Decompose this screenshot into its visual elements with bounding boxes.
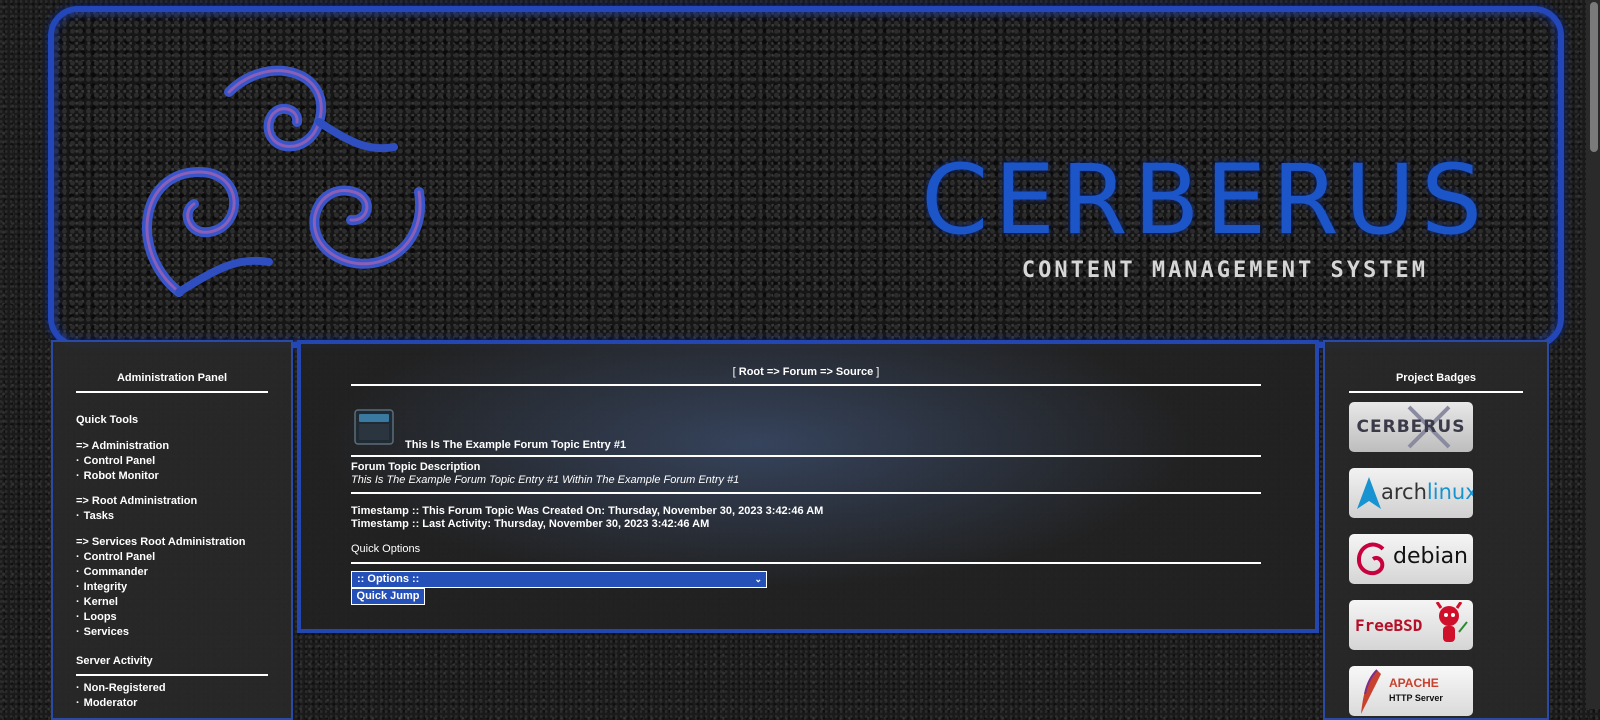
activity-timestamp: Timestamp :: Last Activity: Thursday, No…	[351, 518, 710, 530]
divider	[351, 384, 1261, 386]
nav-administration[interactable]: => Administration	[76, 439, 268, 454]
options-select[interactable]: :: Options :: ⌄	[351, 571, 767, 588]
quick-options-label: Quick Options	[351, 543, 421, 555]
nav-robot-monitor[interactable]: · Robot Monitor	[76, 469, 268, 484]
breadcrumb-link[interactable]: Root => Forum => Source	[739, 366, 873, 378]
nav-services-root-administration[interactable]: => Services Root Administration	[76, 535, 268, 550]
badge-cerberus[interactable]: CERBERUS	[1349, 402, 1473, 452]
divider	[76, 391, 268, 393]
quick-tools-heading: Quick Tools	[76, 414, 139, 426]
chevron-down-icon: ⌄	[754, 574, 762, 584]
nav-control-panel[interactable]: · Control Panel	[76, 454, 268, 469]
badge-debian[interactable]: debian	[1349, 534, 1473, 584]
badge-freebsd[interactable]: FreeBSD	[1349, 600, 1473, 650]
server-activity-heading: Server Activity	[76, 655, 153, 667]
nav-loops[interactable]: · Loops	[76, 610, 268, 625]
topic-folder-icon	[354, 409, 394, 445]
divider	[1349, 391, 1523, 393]
nav-tasks[interactable]: · Tasks	[76, 509, 268, 524]
divider	[76, 674, 268, 676]
divider	[351, 562, 1261, 564]
debian-swirl-icon	[1357, 542, 1385, 576]
administration-panel: Administration Panel Quick Tools => Admi…	[51, 340, 293, 720]
scrollbar-thumb[interactable]	[1590, 2, 1598, 152]
nav-root-administration[interactable]: => Root Administration	[76, 494, 268, 509]
triskelion-logo-icon	[142, 65, 426, 297]
quick-jump-button[interactable]: Quick Jump	[351, 588, 425, 605]
forum-topic-panel: [ Root => Forum => Source ] This Is The …	[297, 340, 1319, 633]
site-banner: CERBERUS CONTENT MANAGEMENT SYSTEM	[48, 6, 1564, 348]
description-label: Forum Topic Description	[351, 461, 481, 473]
page-scrollbar[interactable]	[1586, 0, 1600, 709]
nav-services-control-panel[interactable]: · Control Panel	[76, 550, 268, 565]
divider	[351, 455, 1261, 457]
description-text: This Is The Example Forum Topic Entry #1…	[351, 474, 740, 486]
bsd-daemon-icon	[1435, 602, 1468, 642]
banner-subtitle: CONTENT MANAGEMENT SYSTEM	[1021, 258, 1428, 283]
nav-services[interactable]: · Services	[76, 625, 268, 640]
divider	[351, 492, 1261, 494]
nav-integrity[interactable]: · Integrity	[76, 580, 268, 595]
badge-arch-linux[interactable]: archlinux	[1349, 468, 1473, 518]
banner-title: CERBERUS	[921, 144, 1488, 256]
panel-title: Project Badges	[1395, 372, 1477, 384]
project-badges-panel: Project Badges CERBERUS archlinux debian…	[1323, 340, 1549, 720]
arch-logo-icon	[1357, 477, 1381, 509]
topic-title: This Is The Example Forum Topic Entry #1	[405, 439, 627, 451]
nav-commander[interactable]: · Commander	[76, 565, 268, 580]
breadcrumb: [ Root => Forum => Source ]	[732, 366, 880, 378]
nav-kernel[interactable]: · Kernel	[76, 595, 268, 610]
created-timestamp: Timestamp :: This Forum Topic Was Create…	[351, 505, 824, 517]
activity-non-registered: · Non-Registered	[76, 682, 166, 694]
panel-title: Administration Panel	[116, 372, 228, 384]
